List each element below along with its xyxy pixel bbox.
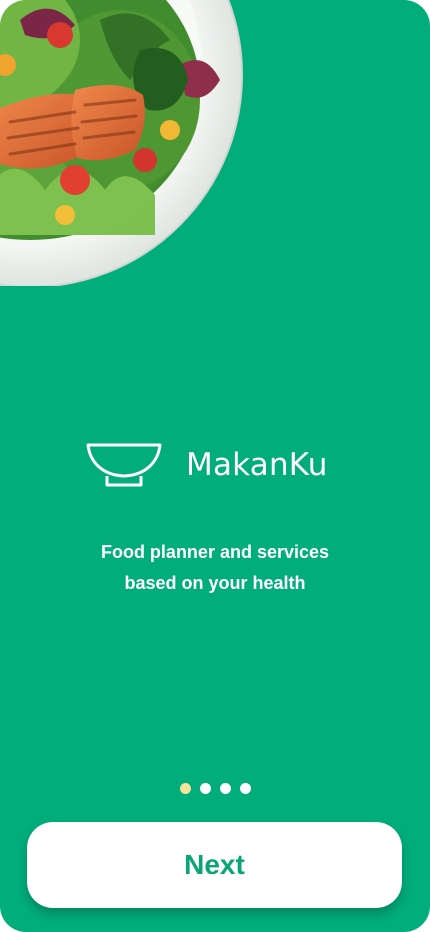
bowl-icon (86, 443, 162, 487)
page-dot-3[interactable] (219, 783, 231, 794)
tagline-line-1: Food planner and services (100, 542, 330, 562)
page-dot-2[interactable] (199, 783, 211, 794)
tagline-line-2: based on your health (124, 573, 306, 593)
brand-name: MakanKu (186, 447, 328, 483)
pagination-dots (0, 783, 430, 794)
brand-logo: MakanKu (86, 442, 328, 488)
tagline: Food planner and services based on your … (40, 537, 390, 599)
page-dot-4[interactable] (239, 783, 251, 794)
page-dot-1[interactable] (179, 783, 191, 794)
next-button[interactable]: Next (27, 822, 402, 908)
onboarding-screen: MakanKu Food planner and services based … (0, 0, 430, 932)
hero-food-image (0, 0, 250, 286)
